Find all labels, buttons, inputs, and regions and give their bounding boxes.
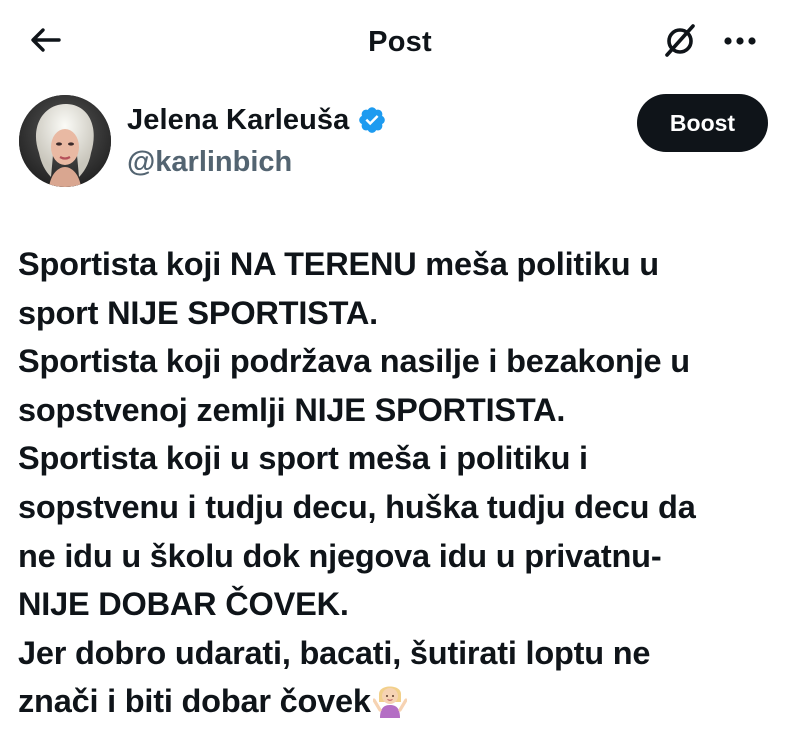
author-row: Jelena Karleuša @karlinbich Boost (0, 88, 800, 198)
post-line: NIJE DOBAR ČOVEK. (18, 586, 349, 623)
user-handle[interactable]: @karlinbich (127, 144, 292, 180)
post-line: Jer dobro udarati, bacati, šutirati lopt… (18, 634, 651, 671)
display-name: Jelena Karleuša (127, 104, 350, 136)
post-line: sport NIJE SPORTISTA. (18, 294, 378, 331)
post-line-last: znači i biti dobar čovek (18, 677, 788, 726)
post-line: sopstvenu i tudju decu, huška tudju decu… (18, 488, 696, 525)
post-text: Sportista koji NA TERENU meša politiku u… (18, 240, 788, 726)
post-line: Sportista koji NA TERENU meša politiku u (18, 246, 659, 282)
post-line: ne idu u školu dok njegova idu u privatn… (18, 537, 662, 574)
person-shrugging-emoji (372, 680, 408, 719)
post-line-text: znači i biti dobar čovek (18, 683, 371, 720)
post-line: sopstvenoj zemlji NIJE SPORTISTA. (18, 391, 566, 428)
avatar[interactable] (19, 95, 111, 187)
post-line: Sportista koji podržava nasilje i bezako… (18, 343, 690, 380)
boost-button[interactable]: Boost (637, 94, 768, 152)
more-button[interactable] (718, 20, 762, 64)
more-horizontal-icon (723, 33, 757, 51)
display-name-link[interactable]: Jelena Karleuša (127, 102, 387, 138)
post-line: Sportista koji u sport meša i politiku i (18, 440, 588, 477)
top-bar: Post (0, 0, 800, 84)
grok-button[interactable] (658, 20, 702, 64)
verified-badge-icon (357, 105, 387, 135)
grok-icon (660, 20, 700, 65)
